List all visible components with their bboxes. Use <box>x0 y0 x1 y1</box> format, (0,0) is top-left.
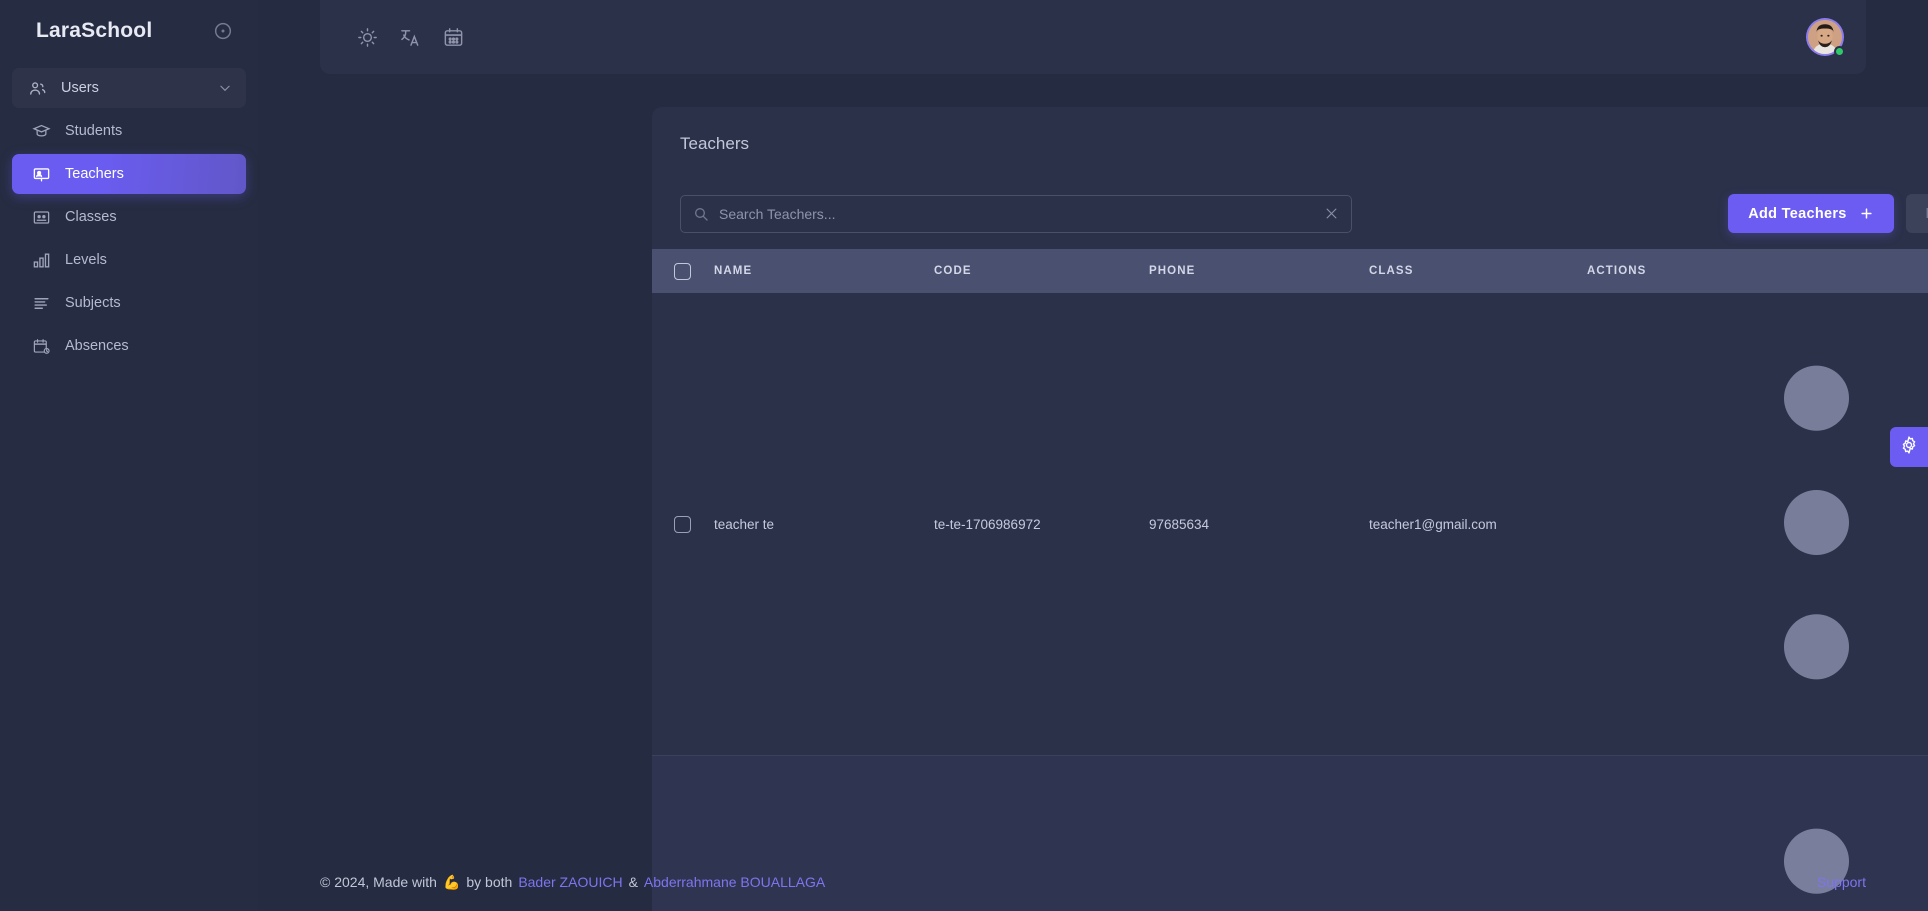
muscle-emoji: 💪 <box>442 873 461 890</box>
cell-name: teacher te <box>714 516 775 532</box>
footer-copyright: © 2024, Made with <box>320 874 437 890</box>
column-header-actions: ACTIONS <box>1587 265 1647 277</box>
cell-class: teacher1@gmail.com <box>1369 516 1497 532</box>
calendar-clock-icon <box>32 337 51 356</box>
topbar-icon-group <box>356 26 465 49</box>
add-teachers-button[interactable]: Add Teachers <box>1728 194 1894 233</box>
search-input[interactable] <box>719 205 1314 222</box>
select-all-checkbox[interactable] <box>674 262 691 280</box>
support-link[interactable]: Support <box>1817 874 1866 890</box>
circle-dot-icon[interactable] <box>212 20 234 42</box>
footer-credits: © 2024, Made with 💪 by both Bader ZAOUIC… <box>320 874 825 891</box>
table-body: teacher te te-te-1706986972 97685634 tea… <box>652 293 1928 911</box>
list-lines-icon <box>32 294 51 313</box>
sidebar-item-label: Users <box>61 80 99 96</box>
sidebar-item-label: Absences <box>65 338 129 354</box>
gear-icon <box>1899 435 1919 460</box>
sidebar-item-label: Classes <box>65 209 117 225</box>
table-action-buttons: Add Teachers Delete <box>1728 194 1928 233</box>
main-content: Teachers Search Teachers... Add Teachers… <box>258 0 1928 911</box>
footer-author2-link[interactable]: Abderrahmane BOUALLAGA <box>644 874 825 890</box>
sidebar-nav: Users Students Teachers Classes Levels S… <box>12 68 246 366</box>
add-teachers-label: Add Teachers <box>1748 205 1847 222</box>
column-header-class[interactable]: CLASS <box>1369 249 1587 293</box>
page-footer: © 2024, Made with 💪 by both Bader ZAOUIC… <box>258 853 1928 911</box>
more-vertical-icon[interactable] <box>1587 365 1928 755</box>
table-scroll-container: NAME CODE PHONE CLASS ACTIONS teacher te… <box>652 249 1928 911</box>
page-title: Teachers <box>680 134 749 153</box>
cell-phone: 97685634 <box>1149 516 1210 532</box>
delete-button[interactable]: Delete <box>1905 194 1928 233</box>
sidebar-item-label: Students <box>65 123 123 139</box>
calendar-icon[interactable] <box>442 26 465 49</box>
table-toolbar: Add Teachers Delete <box>652 154 1928 249</box>
sidebar-brand-row: LaraSchool <box>12 0 246 62</box>
settings-tab-button[interactable] <box>1890 427 1928 467</box>
row-select-cell <box>652 293 714 756</box>
graduation-cap-icon <box>32 122 51 141</box>
select-all-header <box>652 249 714 293</box>
presentation-user-icon <box>32 165 51 184</box>
sidebar-item-users[interactable]: Users <box>12 68 246 108</box>
sidebar: LaraSchool Users Students Teachers Class… <box>0 0 258 911</box>
table-header-row: NAME CODE PHONE CLASS ACTIONS <box>652 249 1928 293</box>
classroom-icon <box>32 208 51 227</box>
close-icon[interactable] <box>1324 206 1339 221</box>
sidebar-item-classes[interactable]: Classes <box>12 197 246 237</box>
footer-author1-link[interactable]: Bader ZAOUICH <box>518 874 622 890</box>
sidebar-item-teachers[interactable]: Teachers <box>12 154 246 194</box>
teachers-card: Teachers Search Teachers... Add Teachers… <box>652 107 1928 911</box>
sidebar-item-subjects[interactable]: Subjects <box>12 283 246 323</box>
search-icon <box>693 206 709 222</box>
sidebar-item-students[interactable]: Students <box>12 111 246 151</box>
footer-by: by both <box>466 874 513 890</box>
search-box[interactable] <box>680 194 1352 233</box>
table-row[interactable]: teacher te te-te-1706986972 97685634 tea… <box>652 293 1928 756</box>
cell-actions <box>1587 293 1928 756</box>
column-header-phone[interactable]: PHONE <box>1149 249 1369 293</box>
bar-chart-icon <box>32 251 51 270</box>
topbar <box>320 0 1866 74</box>
chevron-down-icon[interactable] <box>218 81 232 95</box>
table-head: NAME CODE PHONE CLASS ACTIONS <box>652 249 1928 293</box>
sidebar-item-label: Levels <box>65 252 107 268</box>
cell-code: te-te-1706986972 <box>934 516 1041 532</box>
plus-icon <box>1859 206 1874 221</box>
avatar[interactable] <box>1806 18 1845 57</box>
column-header-code[interactable]: CODE <box>934 249 1149 293</box>
teachers-table: NAME CODE PHONE CLASS ACTIONS teacher te… <box>652 249 1928 911</box>
footer-separator: & <box>628 874 638 890</box>
app-root: LaraSchool Users Students Teachers Class… <box>0 0 1928 911</box>
brand-title: LaraSchool <box>36 19 153 42</box>
online-status-badge <box>1834 46 1845 57</box>
sidebar-item-label: Teachers <box>65 166 124 182</box>
column-header-name[interactable]: NAME <box>714 249 934 293</box>
sun-icon[interactable] <box>356 26 379 49</box>
sidebar-item-levels[interactable]: Levels <box>12 240 246 280</box>
sidebar-item-label: Subjects <box>65 295 121 311</box>
translate-icon[interactable] <box>399 26 422 49</box>
row-checkbox[interactable] <box>674 515 691 533</box>
users-icon <box>28 79 47 98</box>
sidebar-item-absences[interactable]: Absences <box>12 326 246 366</box>
